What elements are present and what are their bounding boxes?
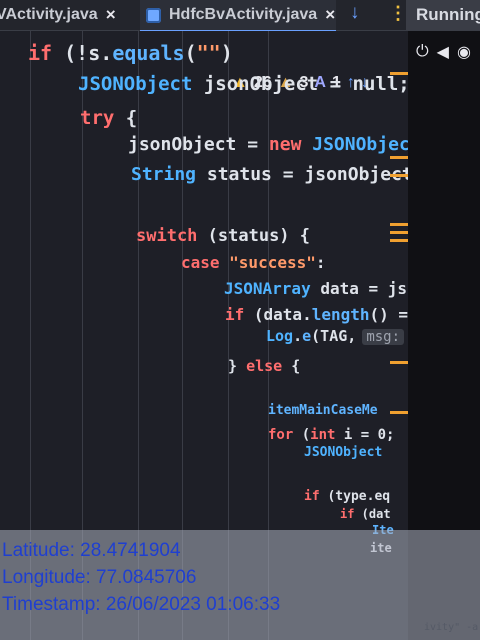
more-options-icon[interactable]: ⋮ xyxy=(389,3,407,24)
speaker-icon[interactable]: ◀ xyxy=(437,42,449,61)
code-line: JSONArray data = js xyxy=(224,279,408,298)
parameter-hint: msg: xyxy=(362,329,405,345)
code-line: jsonObject = new JSONObject xyxy=(128,134,408,155)
error-stripe-marker[interactable] xyxy=(390,174,408,177)
code-line: try { xyxy=(80,107,138,129)
close-icon[interactable]: × xyxy=(106,5,116,25)
error-stripe-marker[interactable] xyxy=(390,361,408,364)
tab-vactivity[interactable]: VActivity.java × xyxy=(0,0,130,30)
tab-label: HdfcBvActivity.java xyxy=(169,6,318,23)
code-fragment: ivity" -a xyxy=(424,622,479,633)
error-stripe-marker[interactable] xyxy=(390,223,408,226)
error-stripe-marker[interactable] xyxy=(390,231,408,234)
tab-hdfcbvactivity[interactable]: HdfcBvActivity.java × xyxy=(140,0,336,32)
code-line: JSONObject jsonObject = null; xyxy=(78,73,408,95)
code-line: String status = jsonObject. xyxy=(131,164,408,185)
close-icon[interactable]: × xyxy=(325,5,335,25)
run-panel-header[interactable]: Running xyxy=(406,0,480,30)
code-line: case "success": xyxy=(181,253,326,272)
code-line: itemMainCaseMe xyxy=(268,403,378,418)
tab-label: VActivity.java xyxy=(0,6,98,23)
run-toolbar: ⏻ ◀ ◉ xyxy=(408,36,480,66)
latitude-text: Latitude: 28.4741904 xyxy=(2,540,181,561)
code-line: if (!s.equals("") xyxy=(28,41,233,65)
code-line: if (data.length() = xyxy=(225,305,408,324)
code-line: switch (status) { xyxy=(136,226,311,246)
editor-tab-bar: VActivity.java × HdfcBvActivity.java × ↓… xyxy=(0,0,480,32)
code-line: for (int i = 0; xyxy=(268,427,395,443)
code-line: Log.e(TAG, msg: xyxy=(266,327,405,345)
code-line: if (type.eq xyxy=(304,489,391,504)
java-file-icon xyxy=(146,7,161,23)
error-stripe-marker[interactable] xyxy=(390,411,408,414)
power-icon[interactable]: ⏻ xyxy=(416,41,429,61)
code-line: } else { xyxy=(228,357,301,375)
error-stripe-marker[interactable] xyxy=(390,72,408,75)
code-line: if (dat xyxy=(340,507,391,521)
record-icon[interactable]: ◉ xyxy=(457,42,471,61)
code-line: JSONObject xyxy=(304,445,383,460)
run-panel-title: Running xyxy=(416,5,480,24)
error-stripe-marker[interactable] xyxy=(390,156,408,159)
download-icon[interactable]: ↓ xyxy=(350,2,360,24)
error-stripe-marker[interactable] xyxy=(390,239,408,242)
longitude-text: Longitude: 77.0845706 xyxy=(2,567,197,588)
timestamp-text: Timestamp: 26/06/2023 01:06:33 xyxy=(2,594,281,615)
